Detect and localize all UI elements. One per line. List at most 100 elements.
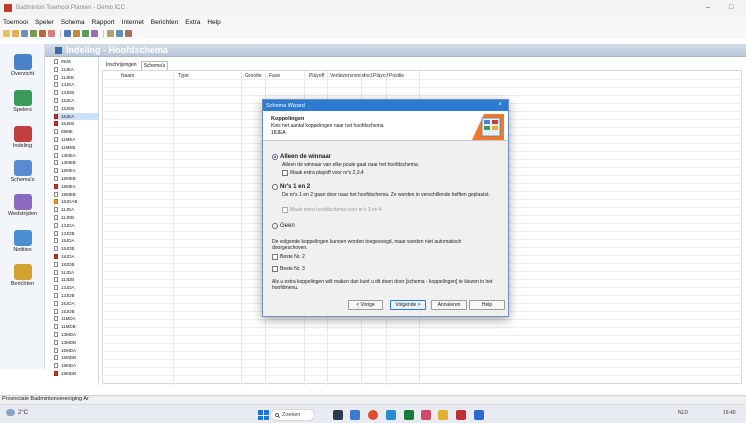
grid-icon[interactable]: [21, 30, 28, 37]
menu-schema[interactable]: Schema: [61, 19, 85, 26]
checkbox-extra-playoff-box[interactable]: [282, 170, 288, 176]
edge-icon[interactable]: [474, 410, 484, 420]
next-button[interactable]: Volgende >: [390, 300, 426, 310]
tree-item[interactable]: 18MDB: [54, 370, 98, 377]
tree-item[interactable]: 15JEA: [54, 97, 98, 104]
radio-nrs-1-en-2[interactable]: [272, 184, 278, 190]
tree-item[interactable]: 11MEB: [54, 144, 98, 151]
print-icon[interactable]: [39, 30, 46, 37]
tree-item[interactable]: 18MDA: [54, 362, 98, 369]
tab-schemas[interactable]: Schema's: [140, 61, 169, 70]
tree-item[interactable]: 15MEB: [54, 175, 98, 182]
tray-language[interactable]: NLD: [678, 410, 688, 416]
tree-item[interactable]: 11JDB: [54, 214, 98, 221]
chat-icon[interactable]: [350, 410, 360, 420]
new-icon[interactable]: [3, 30, 10, 37]
tree-item[interactable]: 09JE: [54, 58, 98, 65]
tree-item[interactable]: 15JDA: [54, 237, 98, 244]
taskbar-search[interactable]: Zoeken: [270, 409, 315, 421]
tree-item[interactable]: 15JEB: [54, 105, 98, 112]
delete-icon[interactable]: [48, 30, 55, 37]
tree-item[interactable]: 13JEA: [54, 81, 98, 88]
tree-item[interactable]: 18MEB: [54, 191, 98, 198]
tree-item[interactable]: 11JDB: [54, 276, 98, 283]
maximize-button[interactable]: □: [729, 4, 733, 11]
tree-item[interactable]: 11JEB: [54, 74, 98, 81]
players-icon[interactable]: [64, 30, 71, 37]
tree-item[interactable]: 18MEA: [54, 183, 98, 190]
tree-item[interactable]: 15JDB: [54, 245, 98, 252]
app-icon[interactable]: [421, 410, 431, 420]
badminton-app-icon[interactable]: [456, 410, 466, 420]
menu-berichten[interactable]: Berichten: [151, 19, 178, 26]
tree-item[interactable]: 13MDB: [54, 339, 98, 346]
tree-item[interactable]: 15MDA: [54, 347, 98, 354]
checkbox-beste-nr-2[interactable]: Beste Nr. 2: [272, 254, 305, 260]
nav-schemas[interactable]: Schema's: [0, 160, 45, 183]
mail-icon[interactable]: [386, 410, 396, 420]
option-geen[interactable]: Geen: [272, 223, 295, 229]
save-icon[interactable]: [30, 30, 37, 37]
windows-start-icon[interactable]: [258, 410, 269, 420]
tab-inschrijvingen[interactable]: Inschrijvingen: [104, 61, 139, 70]
menu-internet[interactable]: Internet: [122, 19, 144, 26]
checkbox-extra-playoff[interactable]: Maak extra playoff voor nr's 2,3,4: [282, 170, 364, 176]
help-button[interactable]: Help: [469, 300, 505, 310]
tree-item[interactable]: 15MDB: [54, 354, 98, 361]
match-icon[interactable]: [107, 30, 114, 37]
cancel-button[interactable]: Annuleren: [431, 300, 467, 310]
tree-item[interactable]: 13JDB: [54, 230, 98, 237]
nav-notities[interactable]: Notities: [0, 230, 45, 253]
checkbox-beste-nr-3-box[interactable]: [272, 266, 278, 272]
tree-item[interactable]: 11MDB: [54, 323, 98, 330]
nav-wedstrijden[interactable]: Wedstrijden: [0, 194, 45, 217]
nav-indeling[interactable]: Indeling: [0, 126, 45, 149]
chrome-icon[interactable]: [368, 410, 378, 420]
tree-item[interactable]: 11MEA: [54, 136, 98, 143]
tree-item[interactable]: 13MDA: [54, 331, 98, 338]
tree-item[interactable]: 15JDB: [54, 308, 98, 315]
tree-item[interactable]: 11JEA: [54, 66, 98, 73]
menu-rapport[interactable]: Rapport: [92, 19, 115, 26]
schedule-icon[interactable]: [82, 30, 89, 37]
back-button[interactable]: < Vorige: [348, 300, 383, 310]
minimize-button[interactable]: –: [706, 4, 710, 11]
menu-extra[interactable]: Extra: [185, 19, 200, 26]
tree-item[interactable]: 13JEB: [54, 89, 98, 96]
checkbox-beste-nr-3[interactable]: Beste Nr. 3: [272, 266, 305, 272]
tree-item[interactable]: 11JDA: [54, 206, 98, 213]
tree-item[interactable]: 15JDA: [54, 300, 98, 307]
tree-item[interactable]: 16JEB: [54, 120, 98, 127]
nav-berichten[interactable]: Berichten: [0, 264, 45, 287]
excel-icon[interactable]: [404, 410, 414, 420]
close-icon[interactable]: ×: [498, 102, 502, 108]
option-alleen-winnaar[interactable]: Alleen de winnaar: [272, 154, 331, 160]
tree-item[interactable]: 13JDA: [54, 222, 98, 229]
radio-alleen-winnaar[interactable]: [272, 154, 278, 160]
weather-widget[interactable]: 2°C: [6, 409, 28, 416]
report-icon[interactable]: [91, 30, 98, 37]
file-explorer-icon[interactable]: [438, 410, 448, 420]
menu-help[interactable]: Help: [207, 19, 220, 26]
menu-speler[interactable]: Speler: [35, 19, 54, 26]
task-view-icon[interactable]: [333, 410, 343, 420]
nav-overzicht[interactable]: Overzicht: [0, 54, 45, 77]
nav-spelers[interactable]: Spelers: [0, 90, 45, 113]
results-icon[interactable]: [125, 30, 132, 37]
tree-item[interactable]: 13MEB: [54, 159, 98, 166]
open-folder-icon[interactable]: [12, 30, 19, 37]
checkbox-beste-nr-2-box[interactable]: [272, 254, 278, 260]
tree-item[interactable]: 13JDB: [54, 292, 98, 299]
tree-item[interactable]: 18JDAB: [54, 198, 98, 205]
tray-clock[interactable]: 16:40: [723, 410, 736, 416]
tree-item[interactable]: 18JDA: [54, 253, 98, 260]
tree-item[interactable]: 15MEA: [54, 167, 98, 174]
menu-toernooi[interactable]: Toernooi: [3, 19, 28, 26]
court-icon[interactable]: [116, 30, 123, 37]
tree-item[interactable]: 18JDB: [54, 261, 98, 268]
tree-item[interactable]: 16JEA: [54, 112, 98, 120]
draw-icon[interactable]: [73, 30, 80, 37]
tree-item[interactable]: 09ME: [54, 128, 98, 135]
tree-item[interactable]: 11MDA: [54, 315, 98, 322]
tree-item[interactable]: 13JDA: [54, 284, 98, 291]
